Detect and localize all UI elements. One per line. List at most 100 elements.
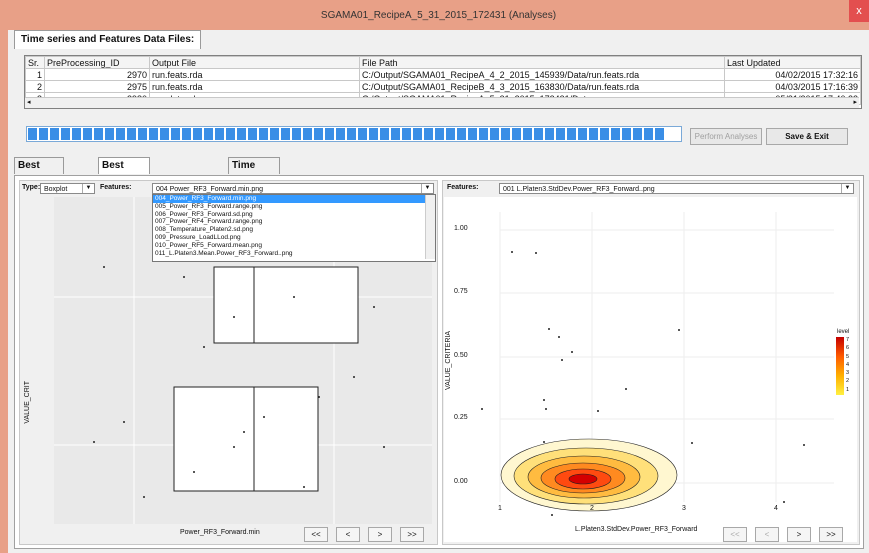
progress-segment bbox=[237, 128, 246, 140]
x-tick: 1 bbox=[498, 505, 502, 512]
progress-segment bbox=[380, 128, 389, 140]
cell-sr: 1 bbox=[25, 68, 45, 81]
chevron-down-icon: ▼ bbox=[82, 184, 94, 193]
first-page-button-right[interactable]: << bbox=[723, 527, 747, 542]
x-tick: 2 bbox=[590, 505, 594, 512]
features-label-right: Features: bbox=[447, 184, 479, 191]
col-output-file[interactable]: Output File bbox=[149, 56, 360, 69]
col-last-updated[interactable]: Last Updated bbox=[724, 56, 861, 69]
legend-tick: 1 bbox=[846, 386, 850, 393]
features-dropdown-list[interactable]: 004_Power_RF3_Forward.min.png 005_Power_… bbox=[152, 194, 436, 262]
close-button[interactable]: x bbox=[849, 0, 869, 22]
table-header: Sr. PreProcessing_ID Output File File Pa… bbox=[25, 56, 861, 69]
progress-segment bbox=[182, 128, 191, 140]
progress-segment bbox=[611, 128, 620, 140]
perform-analyses-button[interactable]: Perform Analyses bbox=[690, 128, 762, 145]
y-tick: 1.00 bbox=[454, 225, 468, 232]
progress-segment bbox=[138, 128, 147, 140]
window-title: SGAMA01_RecipeA_5_31_2015_172431 (Analys… bbox=[320, 10, 557, 21]
features-select-right-value: 001 L.Platen3.StdDev.Power_RF3_Forward..… bbox=[503, 186, 655, 193]
progress-segment bbox=[567, 128, 576, 140]
progress-segment bbox=[171, 128, 180, 140]
dropdown-option[interactable]: 006_Power_RF3_Forward.sd.png bbox=[153, 211, 435, 219]
legend-colorbar bbox=[836, 337, 844, 395]
dropdown-scrollbar[interactable] bbox=[425, 195, 435, 259]
next-page-button-right[interactable]: > bbox=[787, 527, 811, 542]
progress-segment bbox=[259, 128, 268, 140]
tab-time-series-analyses[interactable]: Time Series Analyses bbox=[228, 157, 280, 203]
progress-segment bbox=[479, 128, 488, 140]
prev-page-button[interactable]: < bbox=[336, 527, 360, 542]
progress-segment bbox=[292, 128, 301, 140]
next-page-button[interactable]: > bbox=[368, 527, 392, 542]
progress-segment bbox=[446, 128, 455, 140]
x-axis-label: Power_RF3_Forward.min bbox=[180, 529, 260, 536]
first-page-button[interactable]: << bbox=[304, 527, 328, 542]
tab-best-features-analyses[interactable]: Best Features Analyses bbox=[98, 157, 150, 203]
prev-page-button-right[interactable]: < bbox=[755, 527, 779, 542]
features-select[interactable]: 004 Power_RF3_Forward.min.png ▼ bbox=[152, 183, 434, 194]
title-bar: SGAMA01_RecipeA_5_31_2015_172431 (Analys… bbox=[8, 0, 869, 30]
files-table[interactable]: Sr. PreProcessing_ID Output File File Pa… bbox=[24, 55, 862, 109]
progress-segment bbox=[369, 128, 378, 140]
legend-tick: 5 bbox=[846, 353, 850, 360]
progress-segment bbox=[589, 128, 598, 140]
y-axis-label: VALUE_CRIT bbox=[24, 381, 31, 424]
progress-segment bbox=[512, 128, 521, 140]
cell-id: 2970 bbox=[44, 68, 150, 81]
table-row[interactable]: 1 2970 run.feats.rda C:/Output/SGAMA01_R… bbox=[25, 68, 861, 81]
progress-segment bbox=[39, 128, 48, 140]
y-tick: 0.75 bbox=[454, 288, 468, 295]
col-preprocessing-id[interactable]: PreProcessing_ID bbox=[44, 56, 150, 69]
dropdown-option[interactable]: 005_Power_RF3_Forward.range.png bbox=[153, 203, 435, 211]
dropdown-option[interactable]: 008_Temperature_Platen2.sd.png bbox=[153, 226, 435, 234]
chevron-down-icon: ▼ bbox=[421, 184, 433, 193]
col-file-path[interactable]: File Path bbox=[359, 56, 725, 69]
progress-segment bbox=[655, 128, 664, 140]
progress-segment bbox=[545, 128, 554, 140]
type-select[interactable]: Boxplot ▼ bbox=[40, 183, 95, 194]
legend-tick: 3 bbox=[846, 370, 850, 377]
progress-segment bbox=[215, 128, 224, 140]
cell-output-file: run.feats.rda bbox=[149, 80, 360, 93]
progress-segment bbox=[160, 128, 169, 140]
cell-file-path: C:/Output/SGAMA01_RecipeB_4_3_2015_16383… bbox=[359, 80, 725, 93]
progress-segment bbox=[314, 128, 323, 140]
last-page-button[interactable]: >> bbox=[400, 527, 424, 542]
progress-segment bbox=[347, 128, 356, 140]
type-select-value: Boxplot bbox=[44, 186, 68, 193]
progress-segment bbox=[83, 128, 92, 140]
legend-tick: 2 bbox=[846, 378, 850, 385]
progress-segment bbox=[468, 128, 477, 140]
last-page-button-right[interactable]: >> bbox=[819, 527, 843, 542]
y-tick: 0.00 bbox=[454, 478, 468, 485]
scroll-right-icon[interactable]: ▸ bbox=[853, 98, 857, 106]
features-select-right[interactable]: 001 L.Platen3.StdDev.Power_RF3_Forward..… bbox=[499, 183, 854, 194]
progress-segment bbox=[424, 128, 433, 140]
dropdown-option[interactable]: 007_Power_RF4_Forward.range.png bbox=[153, 218, 435, 226]
tab-best-features[interactable]: Best Features bbox=[14, 157, 64, 187]
horizontal-scrollbar[interactable]: ◂ ▸ bbox=[25, 97, 859, 108]
col-sr[interactable]: Sr. bbox=[25, 56, 45, 69]
dropdown-option[interactable]: 009_Pressure_LoadLLod.png bbox=[153, 234, 435, 242]
dropdown-option[interactable]: 010_Power_RF5_Forward.mean.png bbox=[153, 242, 435, 250]
cell-sr: 2 bbox=[25, 80, 45, 93]
progress-segment bbox=[28, 128, 37, 140]
progress-segment bbox=[116, 128, 125, 140]
progress-segment bbox=[149, 128, 158, 140]
legend-tick: 6 bbox=[846, 345, 850, 352]
density-plot: 1.00 0.75 0.50 0.25 0.00 1 2 3 4 bbox=[444, 197, 857, 542]
scroll-left-icon[interactable]: ◂ bbox=[27, 98, 31, 106]
progress-segment bbox=[72, 128, 81, 140]
type-label: Type: bbox=[22, 184, 41, 191]
cell-id: 2975 bbox=[44, 80, 150, 93]
features-select-value: 004 Power_RF3_Forward.min.png bbox=[156, 186, 263, 193]
legend-title: level bbox=[837, 329, 850, 335]
dropdown-option[interactable]: 004_Power_RF3_Forward.min.png bbox=[153, 195, 435, 203]
dropdown-option[interactable]: 011_L.Platen3.Mean.Power_RF3_Forward..pn… bbox=[153, 250, 435, 258]
progress-segment bbox=[61, 128, 70, 140]
progress-segment bbox=[105, 128, 114, 140]
y-tick: 0.25 bbox=[454, 414, 468, 421]
save-exit-button[interactable]: Save & Exit bbox=[766, 128, 848, 145]
table-row[interactable]: 2 2975 run.feats.rda C:/Output/SGAMA01_R… bbox=[25, 80, 861, 93]
